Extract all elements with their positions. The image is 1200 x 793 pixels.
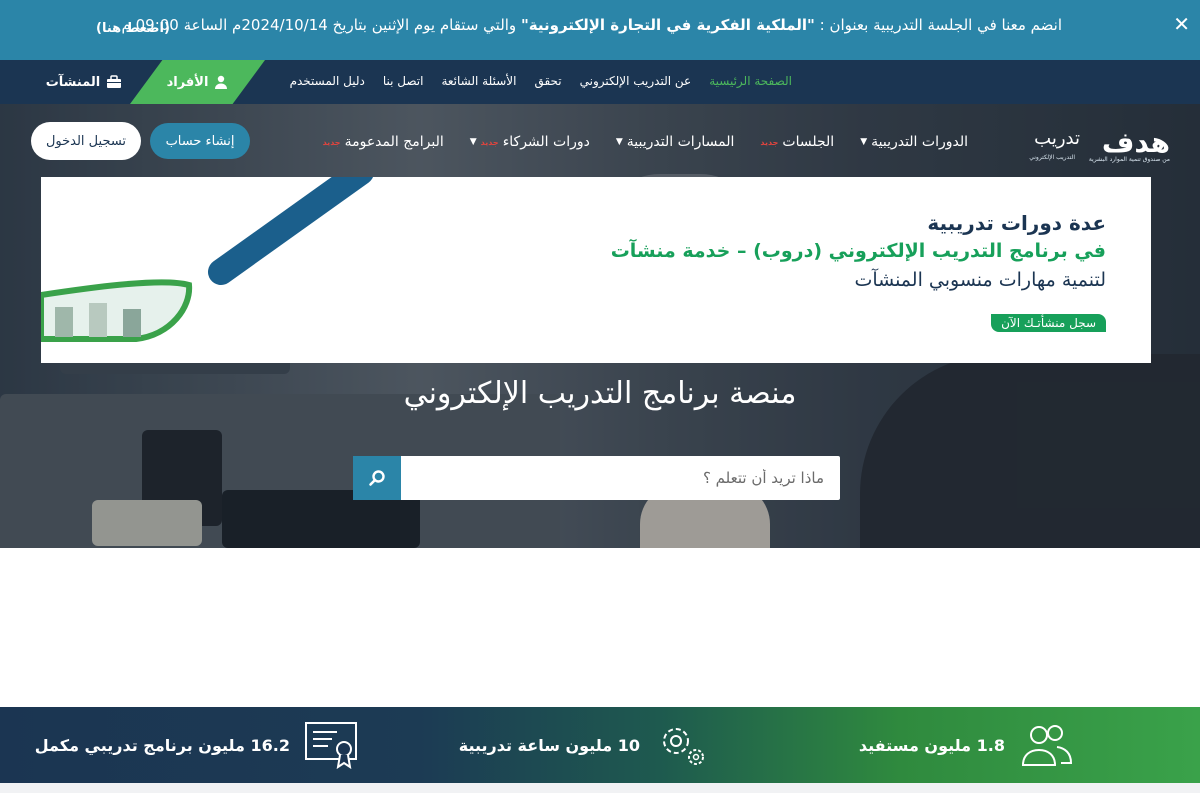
nav-supported-label: البرامج المدعومة xyxy=(344,134,444,150)
nav-paths-label: المسارات التدريبية xyxy=(626,134,735,150)
stat-programs: 16.2 مليون برنامج تدريبي مكمل xyxy=(35,721,360,769)
user-icon xyxy=(215,75,228,89)
tadreeb-logo-subtitle: التدريب الإلكتروني xyxy=(1029,154,1075,161)
toplink-home[interactable]: الصفحة الرئيسية xyxy=(709,74,792,88)
stat-beneficiaries-label: 1.8 مليون مستفيد xyxy=(858,735,1005,755)
organizations-tab[interactable]: المنشآت xyxy=(36,60,132,104)
users-icon xyxy=(1021,725,1073,766)
toplink-user-guide[interactable]: دليل المستخدم xyxy=(290,74,365,88)
individuals-label: الأفراد xyxy=(166,74,209,90)
chevron-down-icon: ▼ xyxy=(615,137,623,147)
announcement-message: انضم معنا في الجلسة التدريبية بعنوان : "… xyxy=(122,16,1062,34)
nav-courses[interactable]: الدورات التدريبية ▼ xyxy=(860,134,968,150)
banner-line-3: لتنمية مهارات منسوبي المنشآت xyxy=(854,269,1106,291)
nav-sessions-label: الجلسات xyxy=(782,134,835,150)
announcement-prefix: انضم معنا في الجلسة التدريبية بعنوان : xyxy=(814,16,1062,34)
promo-banner[interactable]: عدة دورات تدريبية في برنامج التدريب الإل… xyxy=(41,177,1151,363)
new-badge: جديد xyxy=(760,137,779,147)
tadreeb-logo-text: تدريب xyxy=(1034,128,1080,149)
search-icon xyxy=(369,470,385,486)
gears-icon xyxy=(663,728,704,765)
nav-partners[interactable]: دورات الشركاء جديد ▼ xyxy=(470,134,590,150)
announcement-cta-link[interactable]: (اضغط هنا) xyxy=(96,21,170,36)
banner-line-2: في برنامج التدريب الإلكتروني (دروب) – خد… xyxy=(610,240,1106,262)
nav-sessions[interactable]: الجلسات جديد xyxy=(760,134,834,150)
banner-line-1: عدة دورات تدريبية xyxy=(927,211,1106,235)
announcement-bar: ✕ انضم معنا في الجلسة التدريبية بعنوان :… xyxy=(0,0,1200,60)
toplink-verify[interactable]: تحقق xyxy=(534,74,561,88)
new-badge: جديد xyxy=(480,137,499,147)
chevron-down-icon: ▼ xyxy=(469,137,477,147)
briefcase-icon xyxy=(107,75,122,88)
stat-beneficiaries: 1.8 مليون مستفيد xyxy=(859,721,1075,769)
toplink-contact[interactable]: اتصل بنا xyxy=(383,74,424,88)
close-icon[interactable]: ✕ xyxy=(1173,12,1190,36)
announcement-suffix: والتي ستقام يوم الإثنين بتاريخ 2024/10/1… xyxy=(121,16,521,34)
hero-title: منصة برنامج التدريب الإلكتروني xyxy=(403,376,797,411)
nav-courses-label: الدورات التدريبية xyxy=(871,134,968,150)
certificate-icon xyxy=(305,722,357,769)
toplink-about[interactable]: عن التدريب الإلكتروني xyxy=(580,74,692,88)
search-button[interactable] xyxy=(353,456,401,500)
banner-register-button[interactable]: سجل منشأتـك الآن xyxy=(991,314,1106,332)
stat-training-hours-label: 10 مليون ساعة تدريبية xyxy=(458,735,640,755)
stat-programs-label: 16.2 مليون برنامج تدريبي مكمل xyxy=(34,735,290,755)
main-navigation: الدورات التدريبية ▼ الجلسات جديد المسارات … xyxy=(323,134,968,150)
logo[interactable]: هدف من صندوق تنمية الموارد البشرية تدريب… xyxy=(1020,126,1171,166)
top-links: الصفحة الرئيسية عن التدريب الإلكتروني تح… xyxy=(290,74,792,88)
announcement-session-title: "الملكية الفكرية في التجارة الإلكترونية" xyxy=(520,16,815,34)
organizations-label: المنشآت xyxy=(45,74,101,90)
nav-supported-programs[interactable]: البرامج المدعومة جديد xyxy=(323,134,444,150)
stat-training-hours: 10 مليون ساعة تدريبية xyxy=(459,721,710,769)
signup-button[interactable]: إنشاء حساب xyxy=(150,123,250,159)
stats-bar: 1.8 مليون مستفيد 10 مليون ساعة تدريبية 1… xyxy=(0,707,1200,783)
hadaf-logo-text: هدف xyxy=(1101,126,1171,159)
login-button[interactable]: تسجيل الدخول xyxy=(31,122,141,160)
chevron-down-icon: ▼ xyxy=(860,137,868,147)
hadaf-logo-subtitle: من صندوق تنمية الموارد البشرية xyxy=(1088,156,1170,163)
hero-section: هدف من صندوق تنمية الموارد البشرية تدريب… xyxy=(0,104,1200,548)
new-badge: جديد xyxy=(322,137,341,147)
nav-paths[interactable]: المسارات التدريبية ▼ xyxy=(616,134,735,150)
nav-partners-label: دورات الشركاء xyxy=(502,134,590,150)
banner-graphic xyxy=(41,177,373,342)
bottom-strip xyxy=(0,783,1200,793)
search-box xyxy=(353,456,840,500)
search-input[interactable] xyxy=(401,456,840,500)
toplink-faq[interactable]: الأسئلة الشائعة xyxy=(441,74,516,88)
